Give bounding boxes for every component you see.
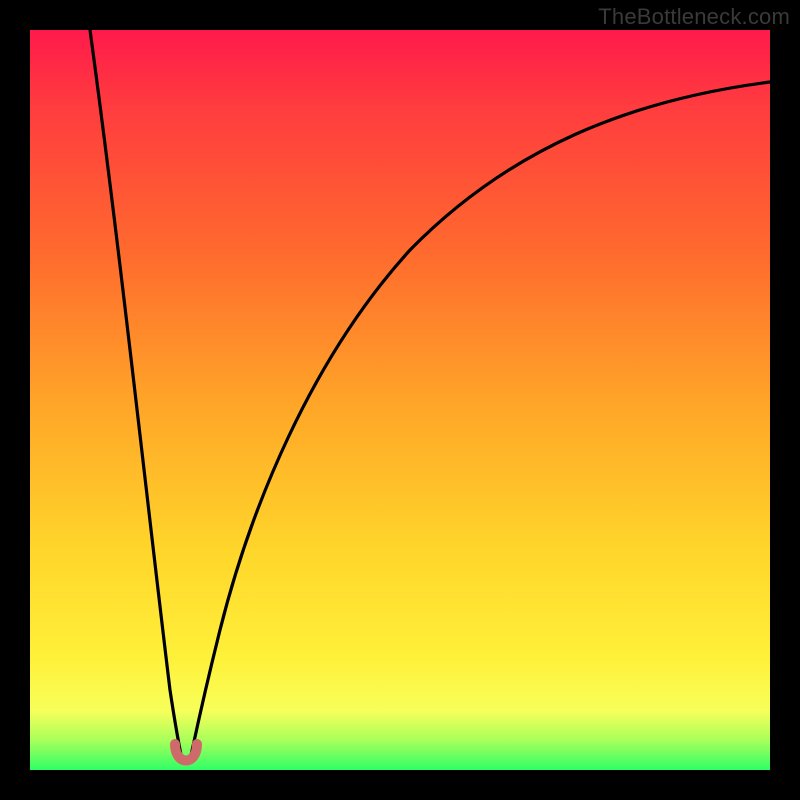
chart-frame: TheBottleneck.com: [0, 0, 800, 800]
curve-right-branch: [190, 82, 770, 760]
plot-area: [30, 30, 770, 770]
optimal-marker: [175, 744, 197, 761]
curve-left-branch: [90, 30, 182, 760]
watermark-text: TheBottleneck.com: [598, 4, 790, 30]
bottleneck-curve: [30, 30, 770, 770]
